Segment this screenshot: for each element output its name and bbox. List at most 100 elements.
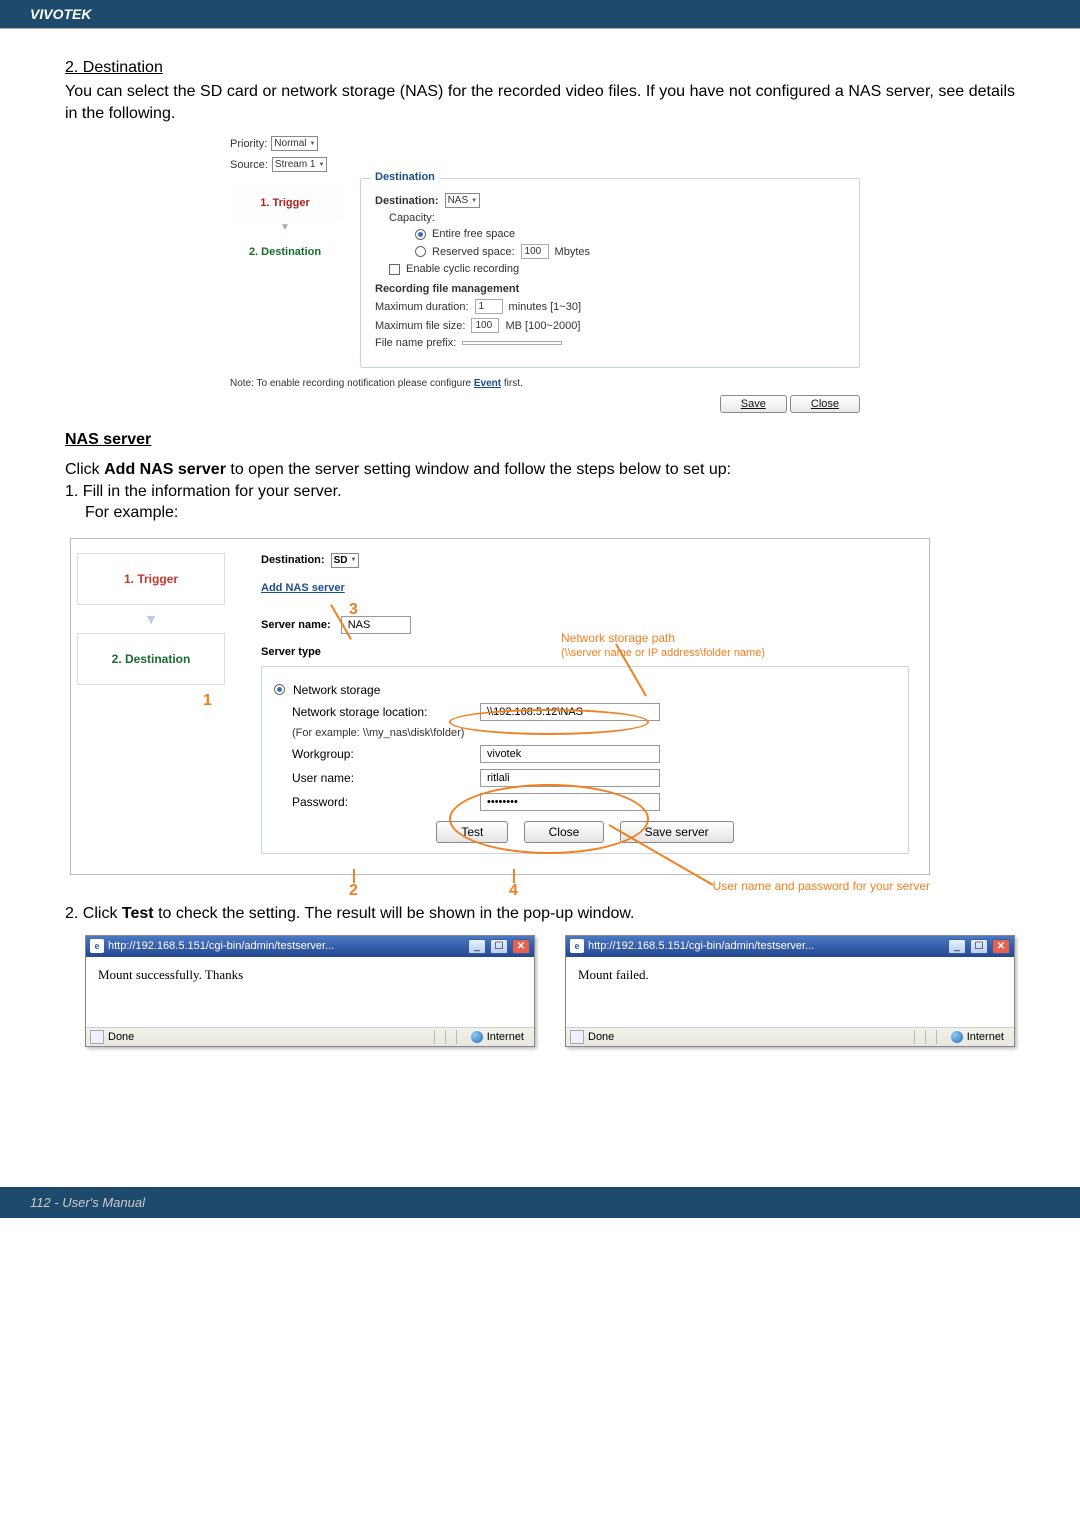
maxdur-unit: minutes [1~30] <box>509 301 581 313</box>
statusbar-success: Done Internet <box>86 1027 534 1046</box>
reserved-input[interactable]: 100 <box>521 244 549 259</box>
maxdur-label: Maximum duration: <box>375 301 469 313</box>
ie-icon: e <box>90 939 104 953</box>
event-link[interactable]: Event <box>474 378 501 389</box>
source-select[interactable]: Stream 1 <box>272 157 328 172</box>
prefix-input[interactable] <box>462 341 562 345</box>
test-pre: 2. Click <box>65 905 122 922</box>
maxsize-input[interactable]: 100 <box>471 318 499 333</box>
maxdur-input[interactable]: 1 <box>475 299 503 314</box>
step2-trigger[interactable]: 1. Trigger <box>77 553 225 605</box>
checkbox-cyclic[interactable] <box>389 264 400 275</box>
nas-line1-pre: Click <box>65 461 104 478</box>
nas-line1-post: to open the server setting window and fo… <box>226 461 731 478</box>
status-done: Done <box>108 1031 134 1043</box>
annotation-oval-userpass <box>449 784 649 854</box>
screenshot-add-nas: 1. Trigger ▼ 2. Destination Destination:… <box>70 538 930 875</box>
step2-arrow-icon: ▼ <box>77 605 225 633</box>
internet-icon <box>471 1031 483 1043</box>
priority-label: Priority: <box>230 138 267 150</box>
footer-text: 112 - User's Manual <box>30 1195 145 1210</box>
nas-step1: 1. Fill in the information for your serv… <box>65 481 1015 503</box>
radio-network-storage[interactable] <box>274 684 285 695</box>
step-arrow-icon: ▼ <box>230 222 340 233</box>
annotation-oval-location <box>449 709 649 735</box>
window-close-button[interactable]: ✕ <box>512 939 530 954</box>
popup-url-success: http://192.168.5.151/cgi-bin/admin/tests… <box>108 940 464 952</box>
destination-fieldset: Destination Destination: NAS Capacity: E… <box>360 178 860 368</box>
annotation-1: 1 <box>203 692 212 710</box>
recording-note: Note: To enable recording notification p… <box>230 378 860 389</box>
dest2-select[interactable]: SD <box>331 553 360 568</box>
annotation-path-sub: (\\server name or IP address\folder name… <box>561 647 765 659</box>
statusbar-fail: Done Internet <box>566 1027 1014 1046</box>
step-trigger[interactable]: 1. Trigger <box>230 184 340 222</box>
radio-reserved[interactable] <box>415 246 426 257</box>
dest2-label: Destination: <box>261 554 325 566</box>
status-internet: Internet <box>967 1031 1004 1043</box>
popup-body-fail: Mount failed. <box>566 957 1014 1027</box>
pass-label: Password: <box>292 795 472 809</box>
network-storage-label: Network storage <box>293 683 380 697</box>
internet-icon <box>951 1031 963 1043</box>
page-icon <box>90 1030 104 1044</box>
nas-server-heading: NAS server <box>65 431 1015 449</box>
radio-entire-free[interactable] <box>415 229 426 240</box>
annotation-path-title: Network storage path <box>561 631 675 645</box>
nas-line1-bold: Add NAS server <box>104 461 226 478</box>
maxsize-unit: MB [100~2000] <box>505 320 580 332</box>
close-button[interactable]: Close <box>790 395 860 413</box>
step-destination[interactable]: 2. Destination <box>230 233 340 271</box>
section-title-destination: 2. Destination <box>65 59 1015 77</box>
minimize-button[interactable]: _ <box>468 939 486 954</box>
cyclic-label: Enable cyclic recording <box>406 263 519 275</box>
note-pre: Note: To enable recording notification p… <box>230 378 474 389</box>
reserved-label: Reserved space: <box>432 246 515 258</box>
page-footer: 112 - User's Manual <box>0 1187 1080 1218</box>
titlebar-success: e http://192.168.5.151/cgi-bin/admin/tes… <box>86 936 534 957</box>
popup-url-fail: http://192.168.5.151/cgi-bin/admin/tests… <box>588 940 944 952</box>
server-name-label: Server name: <box>261 619 331 631</box>
annotation-line-2 <box>353 869 355 883</box>
user-label: User name: <box>292 771 472 785</box>
titlebar-fail: e http://192.168.5.151/cgi-bin/admin/tes… <box>566 936 1014 957</box>
test-bold: Test <box>122 905 154 922</box>
screenshot-destination-panel: Priority: Normal Source: Stream 1 1. Tri… <box>220 136 860 413</box>
brand-name: VIVOTEK <box>30 6 91 22</box>
annotation-2: 2 <box>349 882 358 900</box>
workgroup-label: Workgroup: <box>292 747 472 761</box>
maxsize-label: Maximum file size: <box>375 320 465 332</box>
prefix-label: File name prefix: <box>375 337 456 349</box>
status-done: Done <box>588 1031 614 1043</box>
popup-fail: e http://192.168.5.151/cgi-bin/admin/tes… <box>565 935 1015 1047</box>
step2-destination[interactable]: 2. Destination <box>77 633 225 685</box>
source-label: Source: <box>230 159 268 171</box>
destination-legend: Destination <box>371 171 439 183</box>
entire-free-label: Entire free space <box>432 228 515 240</box>
capacity-label: Capacity: <box>389 212 435 224</box>
nas-example-label: For example: <box>85 502 1015 524</box>
status-internet: Internet <box>487 1031 524 1043</box>
priority-select[interactable]: Normal <box>271 136 318 151</box>
loc-label: Network storage location: <box>292 705 472 719</box>
test-post: to check the setting. The result will be… <box>154 905 635 922</box>
maximize-button[interactable]: ☐ <box>970 939 988 954</box>
add-nas-link[interactable]: Add NAS server <box>261 582 345 594</box>
minimize-button[interactable]: _ <box>948 939 966 954</box>
test-instruction: 2. Click Test to check the setting. The … <box>65 903 1015 925</box>
annotation-4: 4 <box>509 882 518 900</box>
destination-select[interactable]: NAS <box>445 193 481 208</box>
popup-body-success: Mount successfully. Thanks <box>86 957 534 1027</box>
window-close-button[interactable]: ✕ <box>992 939 1010 954</box>
page-header: VIVOTEK <box>0 0 1080 29</box>
popup-success: e http://192.168.5.151/cgi-bin/admin/tes… <box>85 935 535 1047</box>
maximize-button[interactable]: ☐ <box>490 939 508 954</box>
annotation-userpass-text: User name and password for your server <box>70 879 930 893</box>
destination-label: Destination: <box>375 195 439 207</box>
save-button[interactable]: Save <box>720 395 787 413</box>
annotation-3: 3 <box>349 601 358 619</box>
page-icon <box>570 1030 584 1044</box>
reserved-unit: Mbytes <box>555 246 590 258</box>
annotation-line-4 <box>513 869 515 883</box>
workgroup-input[interactable]: vivotek <box>480 745 660 763</box>
